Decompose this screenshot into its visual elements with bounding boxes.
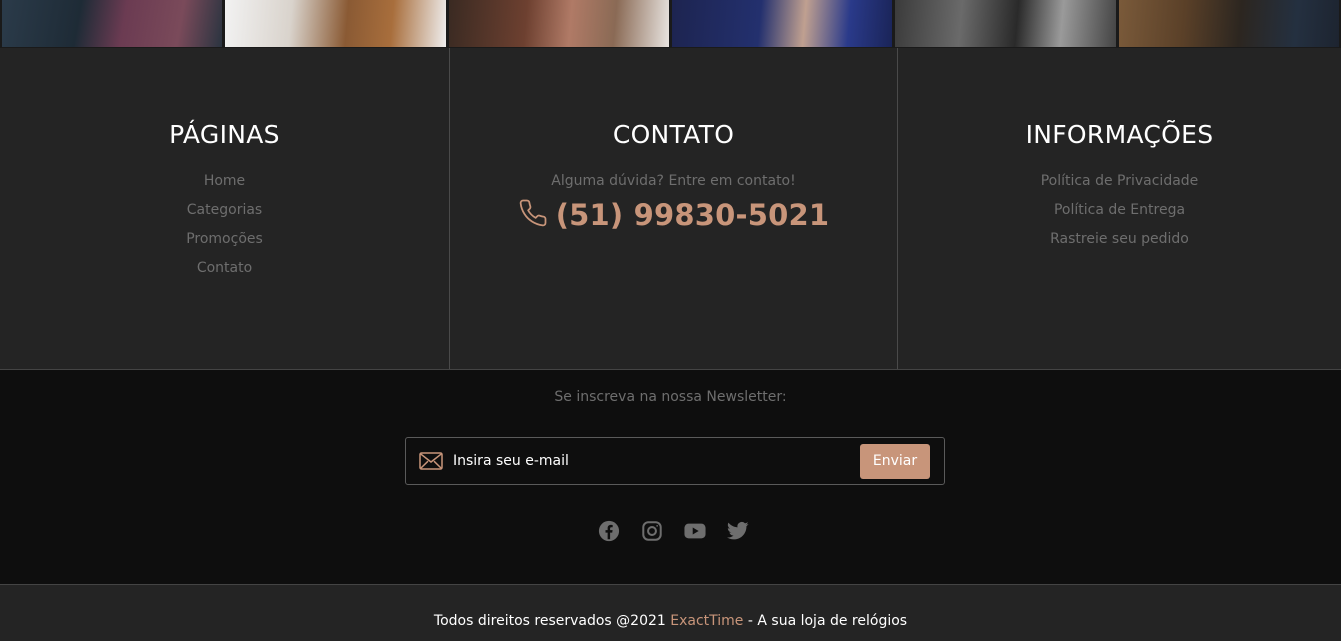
info-links: Política de Privacidade Política de Entr… <box>898 167 1341 254</box>
copyright-bar: Todos direitos reservados @2021 ExactTim… <box>0 584 1341 641</box>
youtube-icon[interactable] <box>683 520 706 542</box>
newsletter-title: Se inscreva na nossa Newsletter: <box>554 389 787 405</box>
phone-row[interactable]: (51) 99830-5021 <box>450 198 897 232</box>
phone-icon <box>518 198 548 232</box>
copyright-prefix: Todos direitos reservados @2021 <box>433 613 671 629</box>
brand-link[interactable]: ExactTime <box>670 613 743 629</box>
info-title: INFORMAÇÕES <box>1025 120 1214 149</box>
footer-info-column: INFORMAÇÕES Política de Privacidade Polí… <box>898 48 1341 369</box>
newsletter-form: Enviar <box>405 437 945 485</box>
facebook-icon[interactable] <box>598 520 620 542</box>
contact-title: CONTATO <box>612 120 735 149</box>
image-gallery <box>0 0 1341 48</box>
phone-number[interactable]: (51) 99830-5021 <box>556 198 830 232</box>
newsletter-section: Se inscreva na nossa Newsletter: Enviar <box>0 369 1341 584</box>
gallery-image[interactable] <box>448 0 669 47</box>
newsletter-email-input[interactable] <box>453 453 860 469</box>
pages-title: PÁGINAS <box>169 120 280 149</box>
footer-pages-column: PÁGINAS Home Categorias Promoções Contat… <box>0 48 450 369</box>
instagram-icon[interactable] <box>641 520 663 542</box>
pages-links: Home Categorias Promoções Contato <box>0 167 449 283</box>
footer-link-promotions[interactable]: Promoções <box>0 225 449 254</box>
gallery-image[interactable] <box>2 0 223 47</box>
footer-link-shipping[interactable]: Política de Entrega <box>898 196 1341 225</box>
newsletter-submit-button[interactable]: Enviar <box>860 443 930 479</box>
footer-link-contact[interactable]: Contato <box>0 254 449 283</box>
social-links <box>0 520 1341 542</box>
footer-link-home[interactable]: Home <box>0 167 449 196</box>
gallery-image[interactable] <box>225 0 446 47</box>
twitter-icon[interactable] <box>726 520 749 542</box>
copyright-suffix: - A sua loja de relógios <box>743 613 908 629</box>
contact-question: Alguma dúvida? Entre em contato! <box>551 173 796 189</box>
footer-link-categories[interactable]: Categorias <box>0 196 449 225</box>
gallery-image[interactable] <box>1118 0 1339 47</box>
footer-contact-column: CONTATO Alguma dúvida? Entre em contato!… <box>450 48 898 369</box>
footer-link-privacy[interactable]: Política de Privacidade <box>898 167 1341 196</box>
gallery-image[interactable] <box>671 0 893 47</box>
gallery-image[interactable] <box>895 0 1116 47</box>
envelope-icon <box>419 451 443 471</box>
footer-columns: PÁGINAS Home Categorias Promoções Contat… <box>0 48 1341 369</box>
footer-link-tracking[interactable]: Rastreie seu pedido <box>898 225 1341 254</box>
